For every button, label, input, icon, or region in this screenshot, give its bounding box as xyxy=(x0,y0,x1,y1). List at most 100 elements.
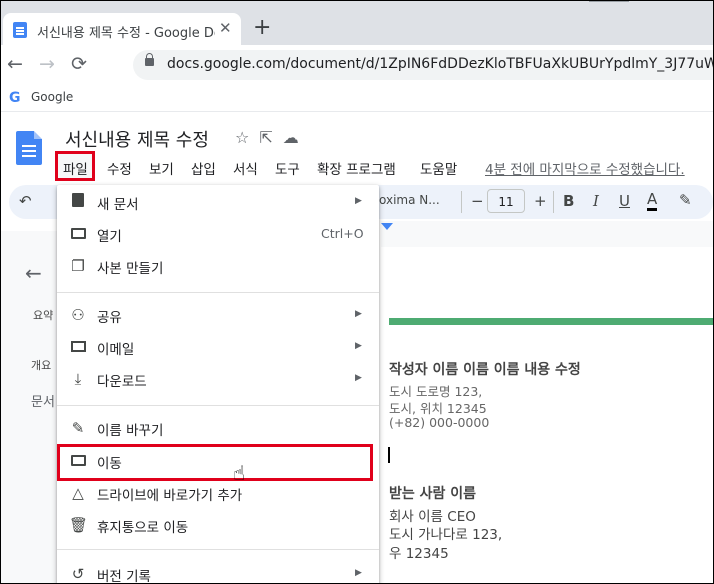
outline-summary-label: 요약 xyxy=(33,309,54,322)
lock-icon xyxy=(145,53,154,66)
star-icon[interactable]: ☆ xyxy=(235,128,259,147)
pencil-icon: ✎ xyxy=(71,419,85,437)
undo-icon[interactable]: ↶ xyxy=(19,192,32,210)
download-icon: ⤓ xyxy=(74,370,82,388)
browser-tab[interactable]: 서신내용 제목 수정 - Google Docs ✕ xyxy=(3,13,241,45)
google-icon: G xyxy=(9,90,21,106)
submenu-arrow-icon: ▶ xyxy=(355,341,362,351)
tab-close-icon[interactable]: ✕ xyxy=(219,19,232,37)
menu-item-open[interactable]: 열기 Ctrl+O xyxy=(57,219,379,249)
text-color-button[interactable]: A xyxy=(647,190,658,211)
add-person-icon: ⚇ xyxy=(71,306,85,324)
recipient-line: 우 12345 xyxy=(389,546,449,562)
menu-item-label: 열기 xyxy=(97,229,122,245)
menu-item-label: 공유 xyxy=(97,310,122,326)
menu-item-add-shortcut[interactable]: △ 드라이브에 바로가기 추가 xyxy=(57,478,379,508)
menu-item-share[interactable]: ⚇ 공유 ▶ xyxy=(57,300,379,330)
menu-file[interactable]: 파일 xyxy=(63,158,88,178)
font-select[interactable]: oxima N... xyxy=(379,193,440,207)
document-title[interactable]: 서신내용 제목 수정 xyxy=(65,126,209,152)
new-tab-icon[interactable]: + xyxy=(253,15,271,40)
menu-item-email[interactable]: 이메일 ▶ xyxy=(57,332,379,362)
menu-extensions[interactable]: 확장 프로그램 xyxy=(317,158,396,178)
title-actions: ☆⇱☁ xyxy=(235,128,309,147)
menu-view[interactable]: 보기 xyxy=(149,158,174,178)
menu-item-version-history[interactable]: ↺ 버전 기록 ▶ xyxy=(57,559,379,584)
shortcut-label: Ctrl+O xyxy=(321,226,364,241)
menu-item-new-document[interactable]: 새 문서 ▶ xyxy=(57,187,379,217)
copy-icon: ❐ xyxy=(71,257,85,275)
url-text: docs.google.com/document/d/1ZpIN6FdDDezK… xyxy=(167,56,714,72)
cloud-status-icon[interactable]: ☁ xyxy=(283,128,309,147)
trash-icon: 🗑 xyxy=(69,516,89,534)
bookmarks-bar: G Google xyxy=(1,85,713,112)
recipient-line: 도시 가나다로 123, xyxy=(389,527,503,543)
outline-doc-label: 문서 xyxy=(31,395,55,410)
menu-item-label: 드라이브에 바로가기 추가 xyxy=(97,488,243,504)
text-cursor xyxy=(388,447,390,463)
submenu-arrow-icon: ▶ xyxy=(355,196,362,206)
recipient-line: 회사 이름 CEO xyxy=(389,509,476,525)
font-size-decrease-button[interactable]: − xyxy=(471,192,484,210)
italic-button[interactable]: I xyxy=(593,192,599,210)
bookmark-google[interactable]: Google xyxy=(31,90,73,104)
header-accent-bar xyxy=(389,318,713,325)
menu-item-download[interactable]: ⤓ 다운로드 ▶ xyxy=(57,364,379,394)
indent-marker[interactable] xyxy=(381,223,393,230)
last-edit-link[interactable]: 4분 전에 마지막으로 수정했습니다. xyxy=(485,158,685,178)
back-icon[interactable]: ← xyxy=(7,53,23,75)
font-size-increase-button[interactable]: + xyxy=(534,192,547,210)
browser-tab-strip: 서신내용 제목 수정 - Google Docs ✕ + xyxy=(1,1,713,45)
menu-item-label: 휴지통으로 이동 xyxy=(97,520,189,536)
menu-format[interactable]: 서식 xyxy=(233,158,258,178)
reload-icon[interactable]: ⟳ xyxy=(71,53,87,75)
menu-item-label: 새 문서 xyxy=(97,197,139,213)
menu-divider xyxy=(57,549,379,550)
menu-item-label: 사본 만들기 xyxy=(97,261,164,277)
screenshot-frame: 서신내용 제목 수정 - Google Docs ✕ + ← → ⟳ docs.… xyxy=(0,0,714,584)
menu-item-label: 이메일 xyxy=(97,342,135,358)
history-icon: ↺ xyxy=(71,565,85,583)
menu-item-rename[interactable]: ✎ 이름 바꾸기 xyxy=(57,413,379,443)
submenu-arrow-icon: ▶ xyxy=(355,309,362,319)
outline-overview-label: 개요 xyxy=(31,359,52,372)
toolbar-separator xyxy=(461,191,462,213)
address-bar[interactable]: docs.google.com/document/d/1ZpIN6FdDDezK… xyxy=(133,50,714,80)
bold-button[interactable]: B xyxy=(563,192,574,210)
doc-icon xyxy=(69,193,87,211)
docs-favicon-icon xyxy=(13,22,27,38)
menu-edit[interactable]: 수정 xyxy=(107,158,132,178)
move-icon[interactable]: ⇱ xyxy=(259,128,282,147)
menu-item-make-copy[interactable]: ❐ 사본 만들기 xyxy=(57,251,379,281)
recipient-name: 받는 사람 이름 xyxy=(389,486,477,502)
folder-icon xyxy=(69,225,87,243)
window-controls xyxy=(589,1,629,8)
menu-divider xyxy=(57,405,379,406)
menu-tools[interactable]: 도구 xyxy=(275,158,300,178)
drive-shortcut-icon: △ xyxy=(72,484,84,502)
ruler xyxy=(381,221,713,248)
menu-help[interactable]: 도움말 xyxy=(420,158,457,178)
toolbar-separator xyxy=(553,191,554,213)
underline-button[interactable]: U xyxy=(619,192,630,210)
submenu-arrow-icon: ▶ xyxy=(355,568,362,578)
menu-item-trash[interactable]: 🗑 휴지통으로 이동 xyxy=(57,510,379,540)
address-row: ← → ⟳ docs.google.com/document/d/1ZpIN6F… xyxy=(1,45,714,85)
mail-icon xyxy=(69,338,87,356)
menu-item-label: 버전 기록 xyxy=(97,569,151,584)
menu-item-label: 이름 바꾸기 xyxy=(97,423,164,439)
font-size-input[interactable]: 11 xyxy=(487,189,525,213)
sender-phone: (+82) 000-0000 xyxy=(389,415,490,430)
menu-divider xyxy=(57,292,379,293)
forward-icon[interactable]: → xyxy=(39,53,55,75)
move-item-highlight xyxy=(57,444,373,481)
menu-insert[interactable]: 삽입 xyxy=(191,158,216,178)
file-menu-dropdown: 새 문서 ▶ 열기 Ctrl+O ❐ 사본 만들기 ⚇ 공유 ▶ 이메일 ▶ ⤓… xyxy=(57,185,379,584)
menu-item-label: 다운로드 xyxy=(97,374,147,390)
highlight-icon[interactable]: ✎ xyxy=(679,191,692,209)
hand-cursor-icon: ☝ xyxy=(233,461,246,485)
sender-name: 작성자 이름 이름 이름 내용 수정 xyxy=(389,362,581,378)
tab-title: 서신내용 제목 수정 - Google Docs xyxy=(37,26,215,41)
outline-back-icon[interactable]: ← xyxy=(25,261,42,285)
docs-logo-icon[interactable] xyxy=(16,131,42,165)
